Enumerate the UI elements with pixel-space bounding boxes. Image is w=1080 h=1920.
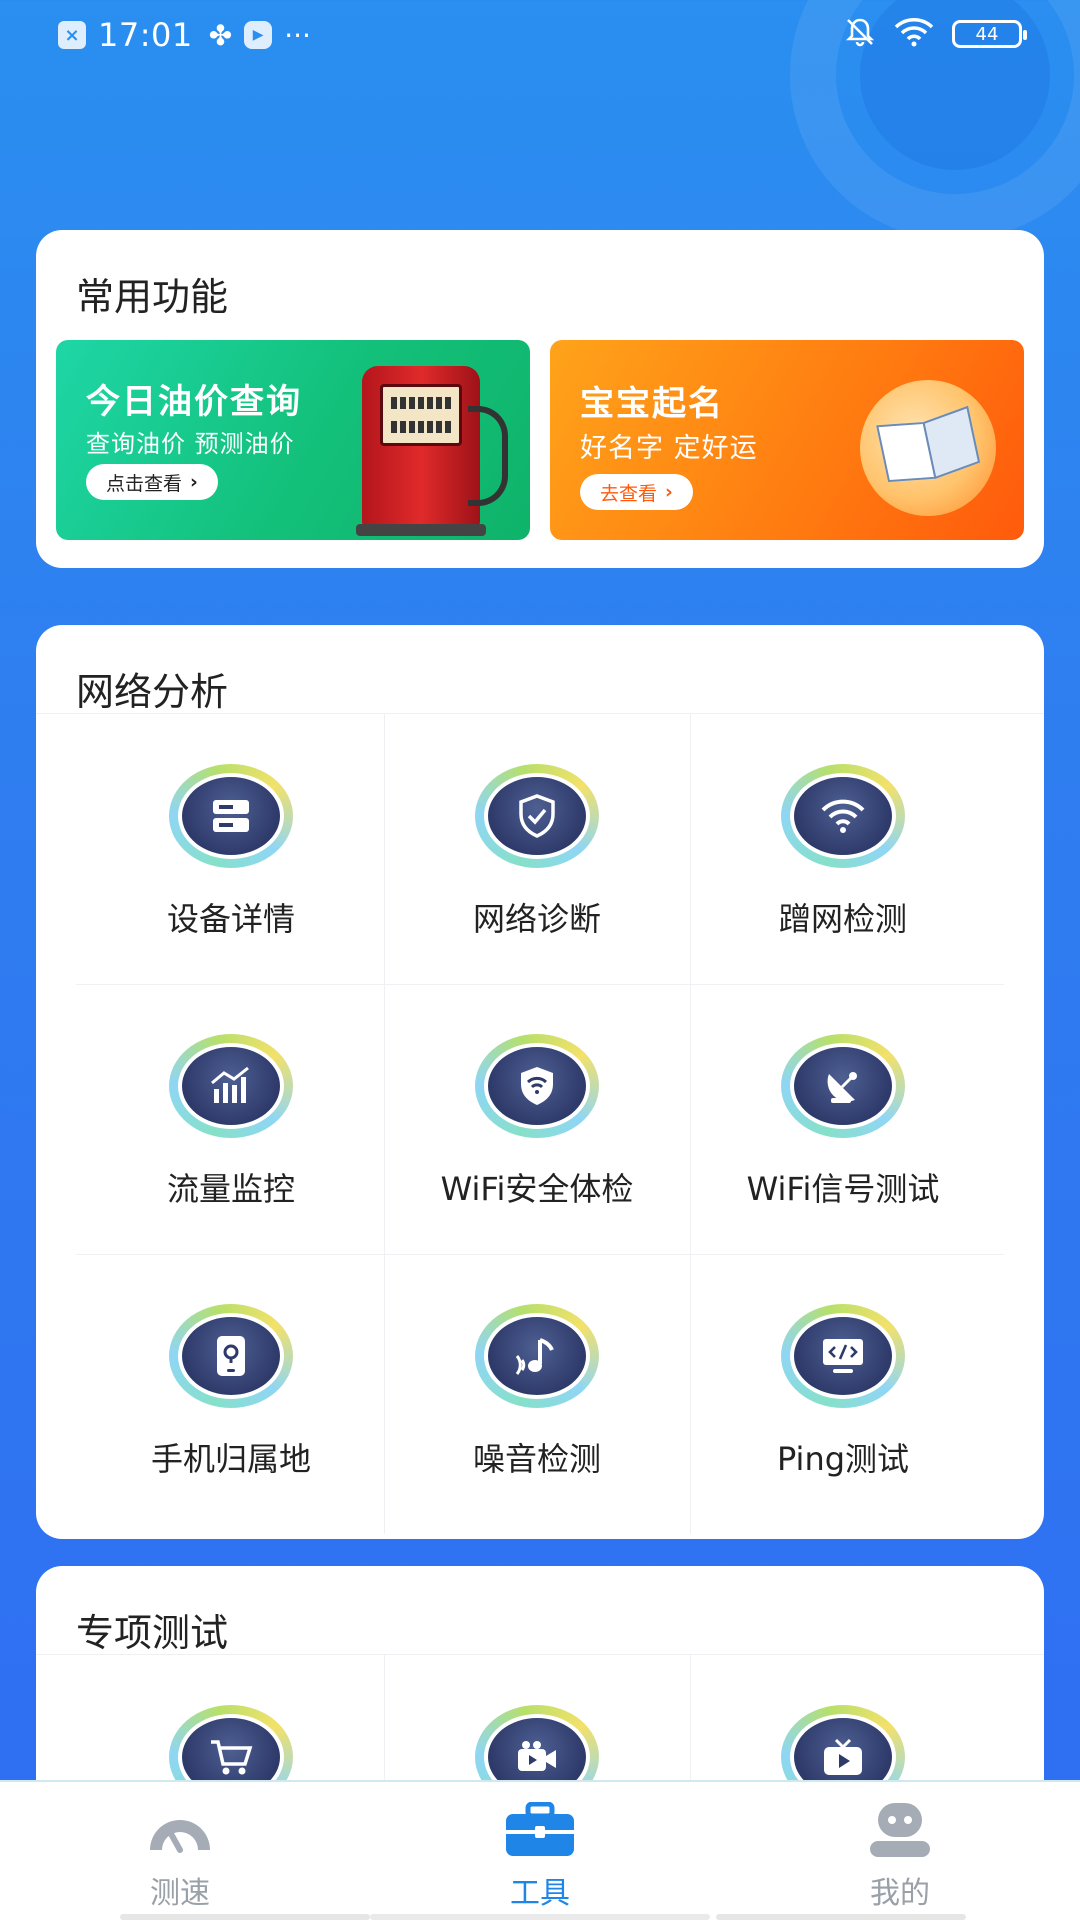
oil-banner-title: 今日油价查询 <box>86 382 302 422</box>
tool-wifi-signal[interactable]: WiFi信号测试 <box>690 984 996 1254</box>
chevron-right-icon: › <box>665 481 673 503</box>
baby-view-button[interactable]: 去查看 › <box>580 474 693 510</box>
wifi-shield-icon <box>484 1043 590 1129</box>
music-note-icon <box>484 1313 590 1399</box>
battery-icon: 44 <box>952 20 1027 48</box>
more-dots: ··· <box>284 18 311 52</box>
profile-robot-icon <box>864 1802 936 1858</box>
tool-ping-test[interactable]: Ping测试 <box>690 1254 996 1524</box>
tool-traffic-monitor[interactable]: 流量监控 <box>78 984 384 1254</box>
tool-label: 流量监控 <box>166 1170 295 1208</box>
oil-banner-subtitle: 查询油价 预测油价 <box>86 430 295 458</box>
tool-label: 网络诊断 <box>472 900 601 938</box>
wifi-icon <box>790 773 896 859</box>
tool-label: 蹭网检测 <box>778 900 907 938</box>
code-monitor-icon <box>790 1313 896 1399</box>
video-icon: ▶ <box>244 21 273 49</box>
phone-location-icon <box>178 1313 284 1399</box>
status-left: × 17:01 ✤ ▶ ··· <box>58 16 311 54</box>
status-time: 17:01 <box>98 16 193 54</box>
nav-label: 我的 <box>870 1876 930 1911</box>
special-tests-title: 专项测试 <box>76 1611 229 1655</box>
pinwheel-icon: ✤ <box>208 18 233 52</box>
device-list-icon <box>178 773 284 859</box>
bottom-navigation: 测速 工具 我的 <box>0 1780 1080 1920</box>
baby-banner-title: 宝宝起名 <box>580 384 724 424</box>
common-functions-title: 常用功能 <box>76 275 229 319</box>
mute-bell-icon <box>844 16 876 52</box>
nav-speed-test[interactable]: 测速 <box>80 1802 280 1912</box>
tool-network-diagnosis[interactable]: 网络诊断 <box>384 714 690 984</box>
baby-banner-subtitle: 好名字 定好运 <box>580 433 758 464</box>
baby-naming-banner[interactable]: 宝宝起名 好名字 定好运 去查看 › <box>550 340 1024 540</box>
oil-view-button-label: 点击查看 <box>106 472 183 495</box>
oil-price-banner[interactable]: 今日油价查询 查询油价 预测油价 点击查看 › <box>56 340 530 540</box>
home-indicator <box>370 1914 710 1920</box>
close-box-icon: × <box>58 21 86 49</box>
tool-label: WiFi信号测试 <box>746 1170 940 1208</box>
gas-pump-icon <box>356 366 512 536</box>
chevron-right-icon: › <box>190 471 198 493</box>
nav-label: 工具 <box>510 1876 570 1911</box>
toolbox-icon <box>504 1802 576 1858</box>
home-indicator <box>120 1914 370 1920</box>
speedometer-icon <box>144 1802 216 1858</box>
baby-view-button-label: 去查看 <box>600 482 658 505</box>
tool-label: 噪音检测 <box>472 1440 601 1478</box>
network-tools-grid: 设备详情 网络诊断 蹭网检测 流量监控 WiFi安全体检 WiFi信号测试 手机… <box>36 713 1044 1534</box>
battery-level: 44 <box>975 23 999 45</box>
tool-wifi-security[interactable]: WiFi安全体检 <box>384 984 690 1254</box>
tool-label: WiFi安全体检 <box>440 1170 634 1208</box>
tool-label: 手机归属地 <box>150 1440 311 1478</box>
status-right: 44 <box>844 16 1027 52</box>
status-bar: × 17:01 ✤ ▶ ··· 44 <box>0 0 1080 70</box>
tool-phone-location[interactable]: 手机归属地 <box>78 1254 384 1524</box>
network-analysis-title: 网络分析 <box>76 670 229 714</box>
oil-view-button[interactable]: 点击查看 › <box>86 464 218 500</box>
tool-noise-detection[interactable]: 噪音检测 <box>384 1254 690 1524</box>
tool-wifi-intruder[interactable]: 蹭网检测 <box>690 714 996 984</box>
home-indicator <box>716 1914 966 1920</box>
tool-device-details[interactable]: 设备详情 <box>78 714 384 984</box>
nav-tools[interactable]: 工具 <box>440 1802 640 1912</box>
nav-label: 测速 <box>150 1876 210 1911</box>
tool-label: Ping测试 <box>776 1440 910 1478</box>
tool-label: 设备详情 <box>166 900 295 938</box>
satellite-dish-icon <box>790 1043 896 1129</box>
wifi-icon <box>894 17 934 51</box>
open-book-icon <box>860 380 996 516</box>
nav-profile[interactable]: 我的 <box>800 1802 1000 1912</box>
shield-check-icon <box>484 773 590 859</box>
bar-chart-icon <box>178 1043 284 1129</box>
network-analysis-card: 网络分析 设备详情 网络诊断 蹭网检测 流量监控 WiFi安全体检 WiFi信号… <box>36 625 1044 1539</box>
common-functions-card: 常用功能 今日油价查询 查询油价 预测油价 点击查看 › 宝宝起名 好名字 定好… <box>36 230 1044 568</box>
